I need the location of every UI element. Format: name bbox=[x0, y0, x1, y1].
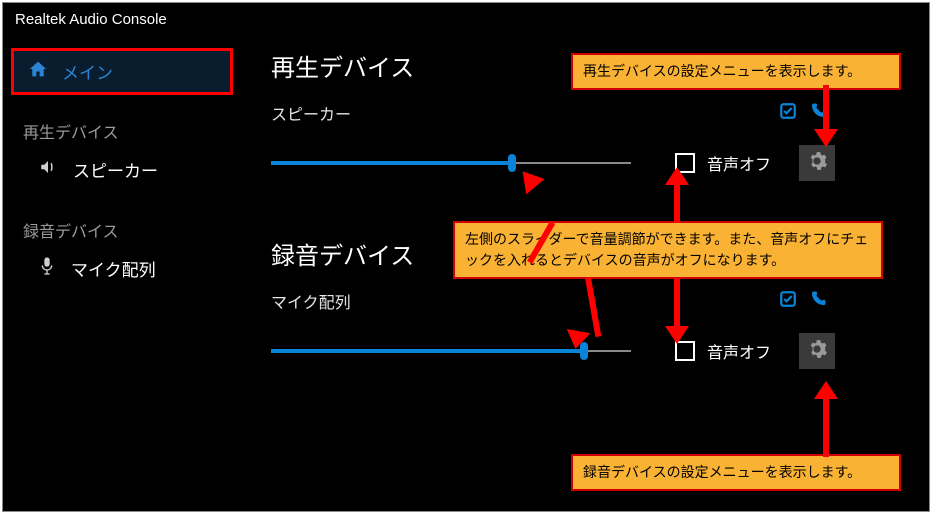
sidebar-mic-label: マイク配列 bbox=[71, 256, 156, 281]
annotation-arrow-head bbox=[564, 329, 591, 351]
annotation-arrow-head bbox=[814, 129, 838, 147]
default-device-icon bbox=[779, 290, 797, 313]
gear-icon bbox=[806, 150, 828, 177]
recording-mute-checkbox[interactable] bbox=[675, 341, 695, 361]
sidebar-speaker-label: スピーカー bbox=[73, 157, 158, 182]
annotation-arrow bbox=[823, 397, 829, 457]
app-window: Realtek Audio Console メイン 再生デバイス スピーカー 録… bbox=[2, 2, 930, 512]
sidebar-item-main[interactable]: メイン bbox=[11, 48, 233, 95]
slider-fill bbox=[271, 161, 512, 165]
recording-mute-wrap: 音声オフ bbox=[675, 339, 771, 363]
slider-fill bbox=[271, 349, 584, 353]
playback-status-icons bbox=[779, 102, 827, 125]
annotation-arrow-head bbox=[665, 167, 689, 185]
callout-playback-gear: 再生デバイスの設定メニューを表示します。 bbox=[571, 53, 901, 90]
sidebar-main-label: メイン bbox=[62, 59, 113, 84]
playback-mute-label: 音声オフ bbox=[707, 151, 771, 175]
recording-mute-label: 音声オフ bbox=[707, 339, 771, 363]
annotation-arrow bbox=[674, 278, 680, 328]
playback-mute-wrap: 音声オフ bbox=[675, 151, 771, 175]
playback-control-row: 音声オフ bbox=[271, 145, 889, 181]
sidebar-group-recording: 録音デバイス bbox=[3, 208, 241, 246]
home-icon bbox=[28, 60, 48, 83]
annotation-arrow bbox=[674, 183, 680, 223]
sidebar-item-mic[interactable]: マイク配列 bbox=[3, 246, 241, 291]
slider-thumb[interactable] bbox=[508, 154, 516, 172]
sidebar: メイン 再生デバイス スピーカー 録音デバイス マイク配列 bbox=[3, 36, 241, 510]
phone-icon bbox=[809, 290, 827, 313]
sidebar-group-playback: 再生デバイス bbox=[3, 109, 241, 147]
recording-device-name: マイク配列 bbox=[271, 289, 351, 313]
playback-settings-button[interactable] bbox=[799, 145, 835, 181]
sidebar-item-speaker[interactable]: スピーカー bbox=[3, 147, 241, 192]
speaker-icon bbox=[39, 158, 57, 181]
annotation-arrow-head bbox=[814, 381, 838, 399]
annotation-arrow bbox=[823, 85, 829, 131]
playback-device-name: スピーカー bbox=[271, 101, 351, 125]
gear-icon bbox=[806, 338, 828, 365]
recording-settings-button[interactable] bbox=[799, 333, 835, 369]
callout-recording-gear: 録音デバイスの設定メニューを表示します。 bbox=[571, 454, 901, 491]
playback-volume-slider[interactable] bbox=[271, 153, 631, 173]
mic-icon bbox=[39, 256, 55, 281]
callout-slider-help: 左側のスライダーで音量調節ができます。また、音声オフにチェックを入れるとデバイス… bbox=[453, 221, 883, 279]
app-title: Realtek Audio Console bbox=[15, 11, 167, 28]
playback-device-row: スピーカー bbox=[271, 101, 889, 125]
recording-status-icons bbox=[779, 290, 827, 313]
default-device-icon bbox=[779, 102, 797, 125]
title-bar: Realtek Audio Console bbox=[3, 3, 929, 36]
recording-device-row: マイク配列 bbox=[271, 289, 889, 313]
annotation-arrow-head bbox=[665, 326, 689, 344]
